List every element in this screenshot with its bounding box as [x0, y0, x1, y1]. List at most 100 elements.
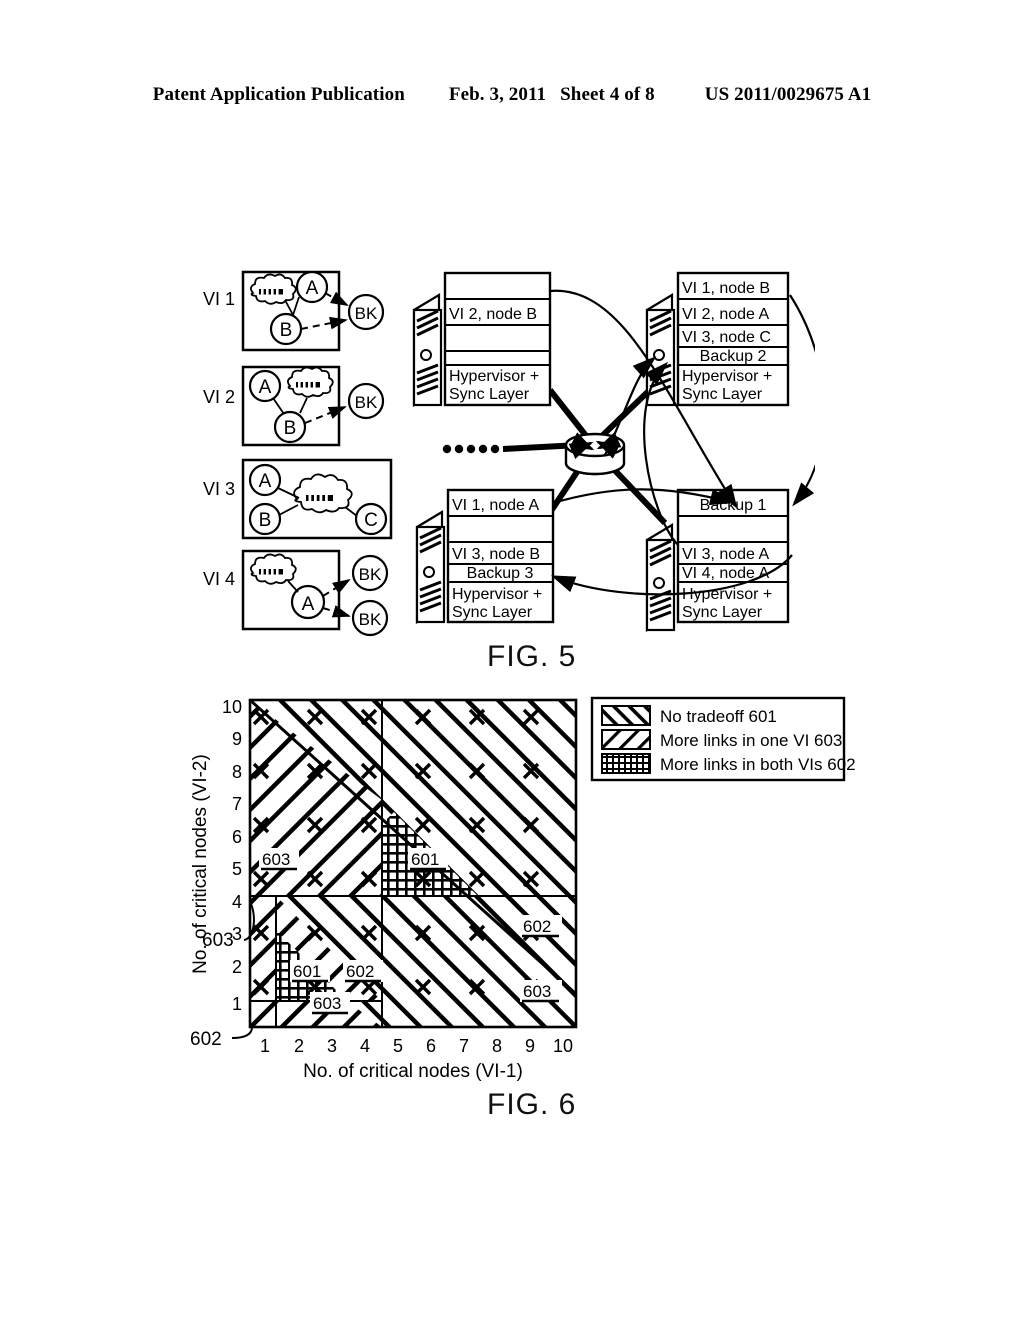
page-header: Patent Application Publication Feb. 3, 2…	[0, 84, 1024, 106]
chart-legend: No tradeoff 601 More links in one VI 603…	[590, 696, 856, 782]
legend-swatch-no-tradeoff	[601, 705, 651, 726]
vi-block-4-cloud-icon	[250, 553, 297, 585]
svg-text:601: 601	[293, 962, 321, 981]
server-top-left-base-line1: Hypervisor +	[449, 368, 539, 385]
server-bottom-right-base-line2: Sync Layer	[682, 604, 763, 621]
x-tick-4: 4	[360, 1036, 370, 1056]
server-bottom-left-row-1: VI 1, node A	[452, 497, 540, 514]
y-tick-7: 7	[232, 794, 242, 814]
y-tick-1: 1	[232, 994, 242, 1014]
vi-block-3-node-c-label: C	[364, 510, 378, 531]
figure-6: 603 601 601 602 603 602 603 10 9 8 7 6 5…	[180, 690, 860, 1090]
figure-5: VI 1 A B BK VI 2 A B BK VI 3 A B C VI 4 …	[195, 255, 815, 640]
legend-item-602: More links in both VIs 602	[601, 753, 856, 774]
server-bottom-left-base-line2: Sync Layer	[452, 604, 533, 621]
legend-label-no-tradeoff: No tradeoff 601	[660, 707, 777, 726]
region-label-603-right: 603	[520, 980, 562, 1003]
vi-block-3-label: VI 3	[203, 479, 235, 499]
vi-block-2-cloud-icon	[287, 366, 334, 398]
svg-text:603: 603	[313, 994, 341, 1013]
y-tick-10: 10	[222, 697, 242, 717]
publication-date: Feb. 3, 2011	[448, 84, 547, 105]
vi-block-4-label: VI 4	[203, 569, 235, 589]
router-switch-icon	[564, 432, 626, 476]
legend-item-603: More links in one VI 603	[601, 729, 842, 750]
server-top-right-row-2: VI 2, node A	[682, 306, 770, 323]
svg-text:603: 603	[262, 850, 290, 869]
vi-block-2-node-a-label: A	[259, 377, 272, 398]
vi-block-4-backup-1-label: BK	[359, 565, 382, 584]
vi-block-1: VI 1 A B BK	[203, 270, 385, 352]
x-tick-1: 1	[260, 1036, 270, 1056]
x-tick-2: 2	[294, 1036, 304, 1056]
server-top-left: VI 2, node B Hypervisor + Sync Layer	[412, 271, 552, 407]
network-trunk-dotted	[442, 442, 581, 454]
svg-text:603: 603	[523, 982, 551, 1001]
x-tick-10: 10	[553, 1036, 573, 1056]
server-bottom-right-row-3: VI 3, node A	[682, 546, 770, 563]
vi-block-2-backup-label: BK	[355, 393, 378, 412]
region-label-603-upper-left: 603	[259, 848, 299, 871]
svg-text:601: 601	[411, 850, 439, 869]
region-label-601-upper: 601	[408, 848, 448, 871]
y-tick-4: 4	[232, 892, 242, 912]
server-top-right-base-line2: Sync Layer	[682, 386, 763, 403]
figure-6-caption: FIG. 6	[487, 1088, 577, 1121]
server-bottom-right: Backup 1 VI 3, node A VI 4, node A Hyper…	[645, 488, 790, 632]
server-top-left-base-line2: Sync Layer	[449, 386, 530, 403]
legend-swatch-more-links-both-vis	[601, 753, 651, 774]
vi-block-1-node-b-label: B	[280, 320, 293, 341]
vi-block-3-cloud-icon	[293, 473, 353, 514]
region-label-602-lower: 602	[343, 960, 383, 983]
chart-xlabel: No. of critical nodes (VI-1)	[303, 1061, 523, 1082]
x-tick-7: 7	[459, 1036, 469, 1056]
legend-swatch-more-links-one-vi	[601, 729, 651, 750]
y-tick-2: 2	[232, 957, 242, 977]
svg-text:602: 602	[346, 962, 374, 981]
vi-block-4: VI 4 A BK BK	[203, 549, 389, 637]
server-bottom-left-tower-icon	[415, 510, 446, 624]
region-label-602-right: 602	[520, 915, 562, 938]
server-bottom-left-row-4: Backup 3	[467, 565, 534, 582]
chart-y-axis: 10 9 8 7 6 5 4 3 2 1	[222, 697, 242, 1014]
vi-block-2-node-b-label: B	[284, 418, 297, 439]
vi-block-1-cloud-icon	[250, 273, 297, 305]
server-top-right-row-3: VI 3, node C	[682, 329, 771, 346]
legend-item-601: No tradeoff 601	[601, 705, 777, 726]
figure-5-caption: FIG. 5	[487, 640, 577, 673]
region-label-601-lower: 601	[290, 960, 330, 983]
server-top-right-base-line1: Hypervisor +	[682, 368, 772, 385]
x-tick-3: 3	[327, 1036, 337, 1056]
vi-block-3: VI 3 A B C	[203, 458, 393, 540]
legend-label-more-links-one-vi: More links in one VI 603	[660, 731, 842, 750]
x-tick-8: 8	[492, 1036, 502, 1056]
vi-block-2: VI 2 A B BK	[203, 365, 385, 447]
server-top-right-row-1: VI 1, node B	[682, 280, 770, 297]
vi-block-2-label: VI 2	[203, 387, 235, 407]
x-tick-6: 6	[426, 1036, 436, 1056]
vi-block-3-node-b-label: B	[259, 510, 272, 531]
sheet-number: Sheet 4 of 8	[560, 84, 655, 105]
server-bottom-right-tower-icon	[645, 523, 676, 632]
y-tick-9: 9	[232, 729, 242, 749]
y-tick-8: 8	[232, 762, 242, 782]
vi-block-4-backup-2-label: BK	[359, 610, 382, 629]
region-label-603-lower: 603	[310, 992, 350, 1015]
server-bottom-right-row-1: Backup 1	[700, 497, 767, 514]
server-bottom-left: VI 1, node A VI 3, node B Backup 3 Hyper…	[415, 488, 555, 624]
vi-block-4-node-a-label: A	[302, 594, 315, 615]
server-top-left-tower-icon	[412, 293, 443, 407]
x-tick-5: 5	[393, 1036, 403, 1056]
svg-text:602: 602	[523, 917, 551, 936]
publication-title: Patent Application Publication	[152, 84, 405, 105]
legend-label-more-links-both-vis: More links in both VIs 602	[660, 755, 856, 774]
server-top-left-row-2: VI 2, node B	[449, 306, 537, 323]
vi-block-1-backup-label: BK	[355, 304, 378, 323]
callout-603-text: 603	[202, 930, 234, 951]
server-bottom-left-row-3: VI 3, node B	[452, 546, 540, 563]
server-top-right-row-4: Backup 2	[700, 348, 767, 365]
server-top-right: VI 1, node B VI 2, node A VI 3, node C B…	[645, 271, 790, 407]
publication-number: US 2011/0029675 A1	[704, 84, 872, 105]
y-tick-5: 5	[232, 859, 242, 879]
y-tick-6: 6	[232, 827, 242, 847]
